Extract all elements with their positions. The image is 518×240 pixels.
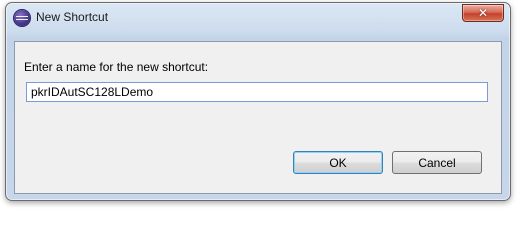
dialog-body: Enter a name for the new shortcut: OK Ca… (14, 41, 502, 194)
shortcut-name-label: Enter a name for the new shortcut: (24, 60, 209, 74)
ok-button[interactable]: OK (293, 151, 383, 174)
title-bar[interactable]: New Shortcut ✕ (6, 3, 510, 33)
dialog-window: New Shortcut ✕ Enter a name for the new … (5, 2, 511, 201)
window-title: New Shortcut (36, 10, 109, 24)
eclipse-icon (14, 10, 30, 26)
close-icon: ✕ (477, 6, 489, 20)
cancel-button[interactable]: Cancel (392, 151, 482, 174)
close-button[interactable]: ✕ (462, 4, 504, 22)
shortcut-name-input[interactable] (26, 82, 488, 102)
